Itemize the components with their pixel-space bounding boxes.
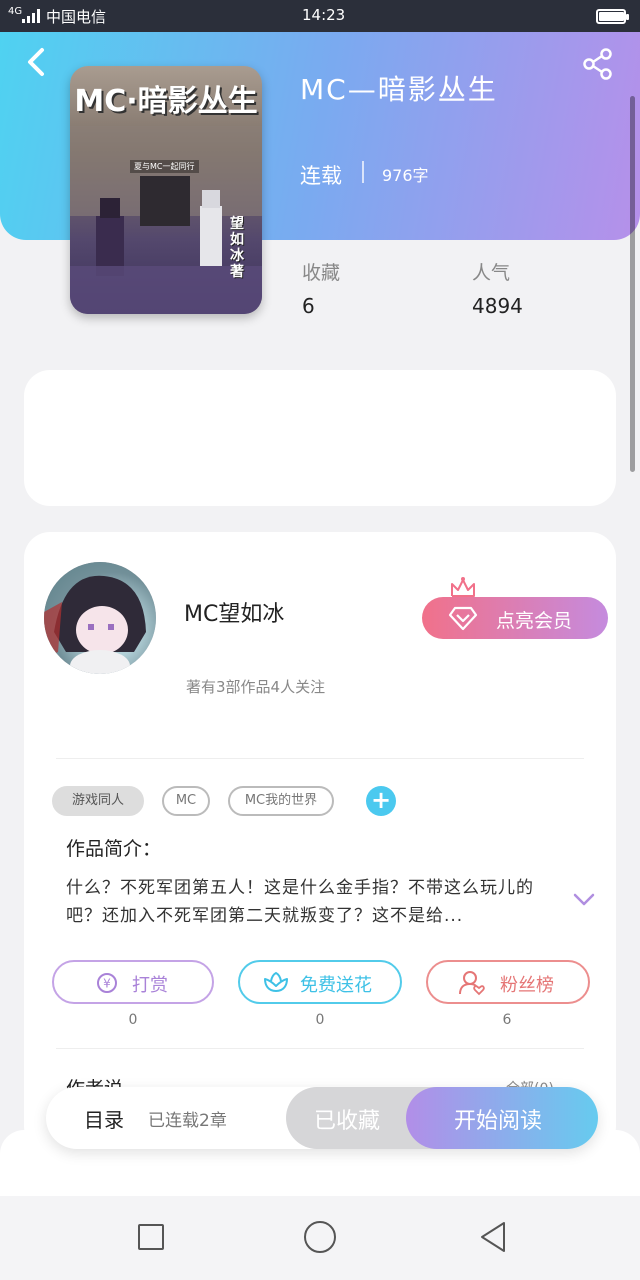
cover-author: 望如冰著 [230, 216, 244, 280]
divider [56, 758, 584, 759]
diamond-icon [448, 606, 478, 631]
author-name[interactable]: MC望如冰 [184, 596, 284, 628]
divider [56, 1048, 584, 1049]
flower-icon [264, 971, 288, 992]
book-title: MC—暗影丛生 [300, 73, 498, 106]
yuan-coin-icon: ¥ [97, 973, 117, 993]
chapters-count: 已连载2章 [148, 1111, 227, 1131]
send-flower-button[interactable]: 免费送花 [238, 960, 402, 1004]
fans-ranking-label: 粉丝榜 [500, 975, 554, 996]
back-icon[interactable] [22, 44, 52, 80]
tip-count: 0 [128, 1012, 138, 1028]
popularity-value: 4894 [472, 294, 523, 318]
author-avatar[interactable] [44, 562, 156, 674]
tag-game-fanfic[interactable]: 游戏同人 [52, 786, 144, 816]
cover-title: MC·暗影丛生 [74, 84, 258, 119]
system-back-icon[interactable] [478, 1220, 508, 1254]
signal-icon [22, 9, 42, 23]
intro-title: 作品简介： [66, 838, 162, 860]
recent-apps-icon[interactable] [138, 1224, 164, 1250]
svg-text:¥: ¥ [103, 977, 111, 991]
add-tag-button[interactable]: + [366, 786, 396, 816]
cover-subtitle: 夏与MC一起同行 [130, 160, 199, 173]
home-icon[interactable] [304, 1221, 336, 1253]
status-bar: 4G 中国电信 14:23 [0, 0, 640, 32]
collected-label: 已收藏 [314, 1109, 381, 1134]
scrollbar[interactable] [630, 96, 635, 472]
fans-ranking-button[interactable]: 粉丝榜 [426, 960, 590, 1004]
carrier-name: 中国电信 [46, 8, 107, 26]
network-type: 4G [8, 6, 23, 17]
word-count: 976字 [382, 166, 429, 185]
popularity-label: 人气 [472, 262, 511, 284]
ad-card [24, 370, 616, 506]
start-reading-label: 开始阅读 [454, 1109, 543, 1134]
fans-count: 6 [502, 1012, 512, 1028]
expand-chevron-icon[interactable] [572, 892, 596, 908]
status-divider [362, 161, 364, 183]
vip-button-label: 点亮会员 [496, 610, 573, 632]
toc-button[interactable]: 目录 [84, 1104, 124, 1133]
send-flower-label: 免费送花 [300, 975, 372, 996]
tip-button[interactable]: ¥ 打赏 [52, 960, 214, 1004]
tip-label: 打赏 [132, 975, 168, 996]
fan-user-icon [459, 971, 485, 996]
share-icon[interactable] [580, 46, 616, 82]
status-time: 14:23 [302, 6, 346, 24]
tag-mc-minecraft[interactable]: MC我的世界 [228, 786, 334, 816]
tag-mc[interactable]: MC [162, 786, 210, 816]
book-cover[interactable]: MC·暗影丛生 夏与MC一起同行 望如冰著 [70, 66, 262, 314]
battery-icon [596, 9, 629, 24]
author-meta: 著有3部作品4人关注 [186, 678, 326, 696]
vip-button[interactable]: 点亮会员 [422, 597, 608, 639]
book-status: 连载 [300, 164, 342, 188]
flower-count: 0 [315, 1012, 325, 1028]
favorites-value: 6 [302, 294, 315, 318]
start-reading-button[interactable]: 开始阅读 [406, 1087, 598, 1149]
favorites-label: 收藏 [302, 262, 341, 284]
avatar-art [44, 562, 156, 674]
intro-text: 什么？不死军团第五人！这是什么金手指？不带这么玩儿的吧？还加入不死军团第二天就叛… [66, 878, 534, 926]
